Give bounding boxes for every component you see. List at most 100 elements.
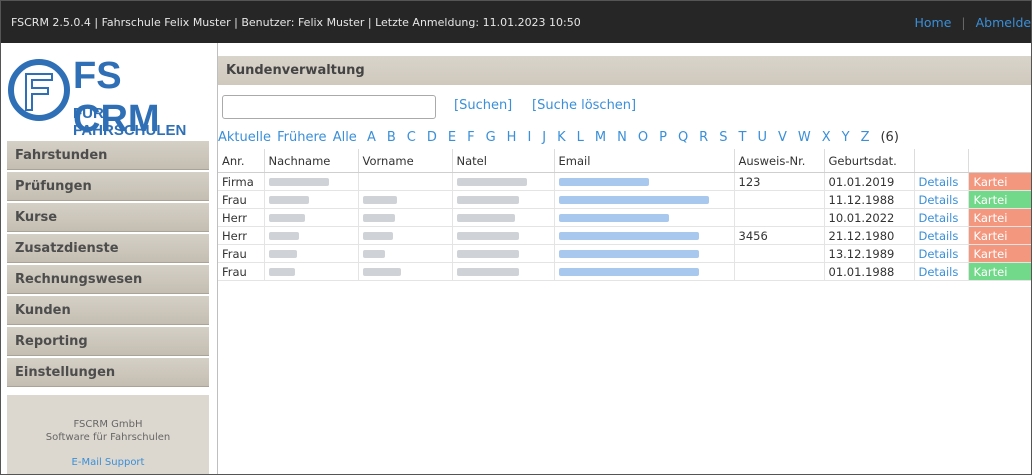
letter-filter-b[interactable]: B [387,130,396,145]
salutation-cell: Herr [218,208,265,227]
main-content: Kundenverwaltung [Suchen] [Suche löschen… [217,43,1031,474]
nav-kunden[interactable]: Kunden [7,296,209,325]
clear-search-button[interactable]: [Suche löschen] [532,98,636,113]
column-header: Nachname [264,149,359,173]
letter-filter-k[interactable]: K [557,130,566,145]
nav-reporting[interactable]: Reporting [7,327,209,356]
details-link[interactable]: Details [914,190,969,209]
id-number-cell: 123 [734,172,825,191]
letter-filter-n[interactable]: N [617,130,627,145]
letter-filter-i[interactable]: I [527,130,531,145]
column-header [968,149,1031,173]
nav-rechnungswesen[interactable]: Rechnungswesen [7,265,209,294]
nav-zusatzdienste[interactable]: Zusatzdienste [7,234,209,263]
salutation-cell: Herr [218,226,265,245]
letter-filter-g[interactable]: G [486,130,496,145]
redacted-text [558,268,699,276]
logout-link[interactable]: Abmelden [976,15,1031,30]
nav-fahrstunden[interactable]: Fahrstunden [7,141,209,170]
letter-filter-l[interactable]: L [577,130,584,145]
column-header: Ausweis-Nr. [734,149,825,173]
birthdate-cell: 11.12.1988 [824,190,915,209]
lastname-cell [264,244,359,263]
letter-filter-v[interactable]: V [778,130,787,145]
letter-filter-z[interactable]: Z [861,130,870,145]
letter-filter-x[interactable]: X [822,130,831,145]
letter-filter-o[interactable]: O [638,130,648,145]
details-link[interactable]: Details [914,262,969,281]
nav-pruefungen[interactable]: Prüfungen [7,172,209,201]
home-link[interactable]: Home [914,15,951,30]
firstname-cell [358,190,453,209]
letter-filter-d[interactable]: D [427,130,437,145]
redacted-text [456,268,519,276]
phone-cell [452,190,555,209]
nav-kurse[interactable]: Kurse [7,203,209,232]
lastname-cell [264,172,359,191]
company-name: FSCRM GmbH [73,419,143,430]
letter-filter-e[interactable]: E [448,130,456,145]
kartei-button[interactable]: Kartei [968,190,1031,209]
redacted-text [268,250,297,258]
table-row[interactable]: Herr 10.01.2022 Details Kartei [218,208,1031,227]
details-link[interactable]: Details [914,244,969,263]
details-link[interactable]: Details [914,226,969,245]
redacted-text [362,196,397,204]
letter-filter-u[interactable]: U [757,130,767,145]
letter-filter-c[interactable]: C [407,130,416,145]
column-header [914,149,969,173]
letter-filter-q[interactable]: Q [678,130,688,145]
details-link[interactable]: Details [914,208,969,227]
id-number-cell [734,208,825,227]
letter-filter-s[interactable]: S [719,130,727,145]
search-input[interactable] [222,95,436,119]
table-row[interactable]: Frau 13.12.1989 Details Kartei [218,244,1031,263]
details-link[interactable]: Details [914,172,969,191]
lastname-cell [264,190,359,209]
letter-filter-a[interactable]: A [367,130,376,145]
letter-filter-f[interactable]: F [467,130,474,145]
firstname-cell [358,208,453,227]
redacted-text [456,178,527,186]
firstname-cell [358,226,453,245]
redacted-text [456,196,519,204]
filter-aktuelle[interactable]: Aktuelle [218,130,271,145]
letter-filter-w[interactable]: W [798,130,811,145]
letter-filter-t[interactable]: T [738,130,746,145]
filter-fruehere[interactable]: Frühere [277,130,326,145]
letter-filter-j[interactable]: J [542,130,546,145]
lastname-cell [264,262,359,281]
phone-cell [452,244,555,263]
customer-table: Anr. Nachname Vorname Natel Email Ausweis-Nr.… [218,149,1031,281]
kartei-button[interactable]: Kartei [968,172,1031,191]
search-button[interactable]: [Suchen] [454,98,512,113]
redacted-text [558,178,649,186]
kartei-button[interactable]: Kartei [968,262,1031,281]
nav-einstellungen[interactable]: Einstellungen [7,358,209,387]
letter-filter-r[interactable]: R [699,130,708,145]
salutation-cell: Firma [218,172,265,191]
redacted-text [362,250,385,258]
letter-filter-y[interactable]: Y [842,130,850,145]
table-row[interactable]: Frau 11.12.1988 Details Kartei [218,190,1031,209]
column-header: Vorname [358,149,453,173]
phone-cell [452,262,555,281]
birthdate-cell: 13.12.1989 [824,244,915,263]
letter-filter-m[interactable]: M [595,130,606,145]
kartei-button[interactable]: Kartei [968,226,1031,245]
table-row[interactable]: Herr 3456 21.12.1980 Details Kartei [218,226,1031,245]
birthdate-cell: 10.01.2022 [824,208,915,227]
filter-alle[interactable]: Alle [333,130,357,145]
letter-filter-h[interactable]: H [507,130,517,145]
app-logo: FS CRM FÜR FAHRSCHULEN [7,47,209,140]
table-row[interactable]: Frau 01.01.1988 Details Kartei [218,262,1031,281]
kartei-button[interactable]: Kartei [968,244,1031,263]
table-row[interactable]: Firma 123 01.01.2019 Details Kartei [218,172,1031,191]
lastname-cell [264,226,359,245]
email-support-link[interactable]: E-Mail Support [7,457,209,468]
letter-filter-p[interactable]: P [659,130,667,145]
birthdate-cell: 01.01.1988 [824,262,915,281]
app-window: FSCRM 2.5.0.4 | Fahrschule Felix Muster … [0,0,1032,475]
kartei-button[interactable]: Kartei [968,208,1031,227]
phone-cell [452,208,555,227]
